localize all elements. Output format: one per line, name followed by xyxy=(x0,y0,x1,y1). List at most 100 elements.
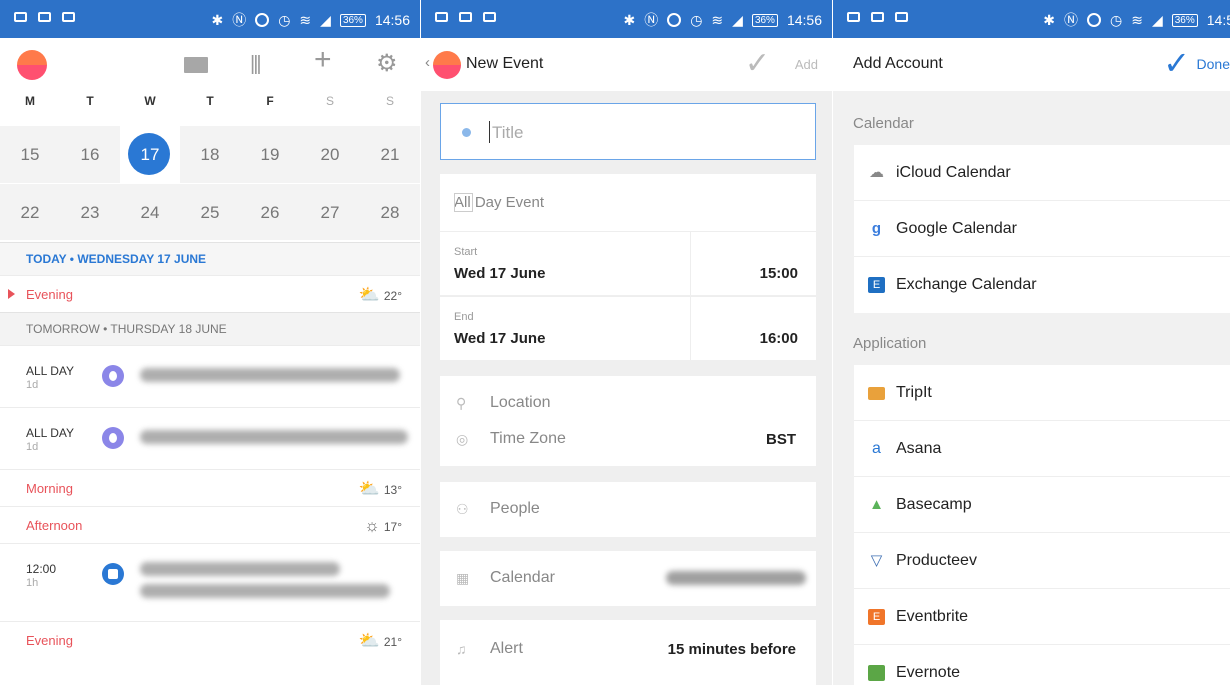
evening-row[interactable]: Evening ⛅ 21° xyxy=(0,621,420,658)
start-row[interactable]: Start Wed 17 June 15:00 xyxy=(440,231,816,295)
list-item-tripit[interactable]: TripIt xyxy=(854,365,1230,421)
mail-icon[interactable] xyxy=(184,57,208,73)
day-cell[interactable]: 16 xyxy=(60,126,120,183)
all-day-row[interactable]: All Day Event xyxy=(440,174,816,231)
all-day-checkbox[interactable] xyxy=(454,193,473,212)
location-card: ⚲ Location ◎ Time Zone BST xyxy=(440,376,816,466)
calendar-row[interactable]: ▦ Calendar xyxy=(440,551,816,606)
end-date[interactable]: Wed 17 June xyxy=(454,330,545,347)
period-label: Evening xyxy=(26,287,73,302)
evening-row[interactable]: Evening ⛅ 22° xyxy=(0,275,420,312)
weekday-label: M xyxy=(25,94,35,108)
back-icon[interactable]: ‹ xyxy=(425,54,430,71)
section-header-calendar: Calendar xyxy=(853,115,914,132)
day-cell[interactable]: 19 xyxy=(240,126,300,183)
event-calendar-icon xyxy=(102,427,124,449)
redacted-event-title xyxy=(140,430,408,444)
list-item-basecamp[interactable]: ▲ Basecamp xyxy=(854,477,1230,533)
wifi-icon: ≋ xyxy=(299,11,312,28)
today-header: TODAY • WEDNESDAY 17 JUNE xyxy=(0,242,420,275)
app-logo-icon[interactable] xyxy=(17,50,47,80)
day-cell[interactable]: 25 xyxy=(180,184,240,240)
timezone-value[interactable]: BST xyxy=(766,431,796,448)
list-item-asana[interactable]: a Asana xyxy=(854,421,1230,477)
weekday-label: T xyxy=(86,94,94,108)
cloud-icon: ☁ xyxy=(869,164,884,181)
account-name: iCloud Calendar xyxy=(896,164,1011,181)
globe-icon: ◎ xyxy=(456,431,469,447)
day-cell[interactable]: 26 xyxy=(240,184,300,240)
day-cell[interactable]: 22 xyxy=(0,184,60,240)
title-field[interactable]: Title xyxy=(440,103,816,160)
event-duration: 1d xyxy=(26,441,39,453)
afternoon-row[interactable]: Afternoon ☼ 17° xyxy=(0,506,420,543)
sun-icon: ☼ xyxy=(364,516,380,535)
end-row[interactable]: End Wed 17 June 16:00 xyxy=(440,296,816,360)
bluetooth-icon: ✱ xyxy=(211,11,224,28)
people-row[interactable]: ⚇ People xyxy=(440,482,816,537)
evernote-icon xyxy=(868,665,885,681)
alert-label: Alert xyxy=(490,640,523,657)
event-time: ALL DAY xyxy=(26,364,75,378)
calendar-account-list: ☁ iCloud Calendar g Google Calendar E Ex… xyxy=(854,145,1230,313)
partly-cloudy-icon: ⛅ xyxy=(358,479,380,498)
done-button[interactable]: Done xyxy=(1197,56,1230,72)
calendar-view-icon[interactable]: ||| xyxy=(250,52,262,76)
account-name: TripIt xyxy=(896,384,932,401)
event-row[interactable]: 12:00 1h xyxy=(0,543,420,621)
signal-icon: ◢ xyxy=(732,11,743,28)
week-row: 15 16 17 18 19 20 21 xyxy=(0,126,420,183)
day-cell[interactable]: 24 xyxy=(120,184,180,240)
day-cell[interactable]: 21 xyxy=(360,126,420,183)
period-label: Morning xyxy=(26,481,73,496)
day-cell[interactable]: 20 xyxy=(300,126,360,183)
morning-row[interactable]: Morning ⛅ 13° xyxy=(0,469,420,506)
wifi-icon: ≋ xyxy=(711,11,724,28)
add-button[interactable]: Add xyxy=(795,57,818,72)
vibrate-icon xyxy=(1087,13,1101,27)
day-cell[interactable]: 28 xyxy=(360,184,420,240)
location-pin-icon: ⚲ xyxy=(456,395,467,411)
checkmark-icon[interactable]: ✓ xyxy=(745,46,770,81)
location-field[interactable]: Location xyxy=(490,394,551,412)
tripit-icon xyxy=(868,387,885,400)
list-item-eventbrite[interactable]: E Eventbrite xyxy=(854,589,1230,645)
battery-icon: 36% xyxy=(339,13,366,27)
day-cell[interactable]: 18 xyxy=(180,126,240,183)
checkmark-icon[interactable]: ✓ xyxy=(1163,44,1190,82)
status-bar: ✱ Ⓝ ◷ ≋ ◢ 36% 14:56 xyxy=(421,0,832,38)
start-time[interactable]: 15:00 xyxy=(760,265,798,282)
list-item-evernote[interactable]: Evernote xyxy=(854,645,1230,685)
title-input[interactable]: Title xyxy=(492,123,524,143)
list-item-producteev[interactable]: ▽ Producteev xyxy=(854,533,1230,589)
redacted-event-title xyxy=(140,368,400,382)
add-icon[interactable]: + xyxy=(314,45,332,75)
temperature: 21° xyxy=(383,635,402,649)
notification-icon xyxy=(483,12,496,22)
notification-icon xyxy=(38,12,51,22)
day-cell[interactable]: 23 xyxy=(60,184,120,240)
day-cell[interactable]: 27 xyxy=(300,184,360,240)
exchange-icon: E xyxy=(868,277,885,293)
gear-icon[interactable]: ⚙ xyxy=(376,52,398,76)
event-duration: 1h xyxy=(26,577,39,589)
alert-row[interactable]: ♫ Alert 15 minutes before xyxy=(440,620,816,685)
app-logo-icon[interactable] xyxy=(433,51,461,79)
end-time[interactable]: 16:00 xyxy=(760,330,798,347)
status-bar: ✱ Ⓝ ◷ ≋ ◢ 36% 14:5 xyxy=(833,0,1230,38)
event-row[interactable]: ALL DAY 1d xyxy=(0,345,420,407)
alert-value[interactable]: 15 minutes before xyxy=(668,641,796,658)
weekday-header: M T W T F S S xyxy=(0,94,420,108)
event-row[interactable]: ALL DAY 1d xyxy=(0,407,420,469)
text-cursor xyxy=(489,121,490,143)
clock: 14:5 xyxy=(1206,12,1230,28)
timezone-field[interactable]: Time Zone xyxy=(490,430,566,448)
day-cell[interactable]: 15 xyxy=(0,126,60,183)
basecamp-icon: ▲ xyxy=(869,496,884,513)
list-item-icloud[interactable]: ☁ iCloud Calendar xyxy=(854,145,1230,201)
list-item-google[interactable]: g Google Calendar xyxy=(854,201,1230,257)
account-name: Eventbrite xyxy=(896,608,969,625)
list-item-exchange[interactable]: E Exchange Calendar xyxy=(854,257,1230,313)
day-cell-selected[interactable]: 17 xyxy=(120,126,180,183)
start-date[interactable]: Wed 17 June xyxy=(454,265,545,282)
